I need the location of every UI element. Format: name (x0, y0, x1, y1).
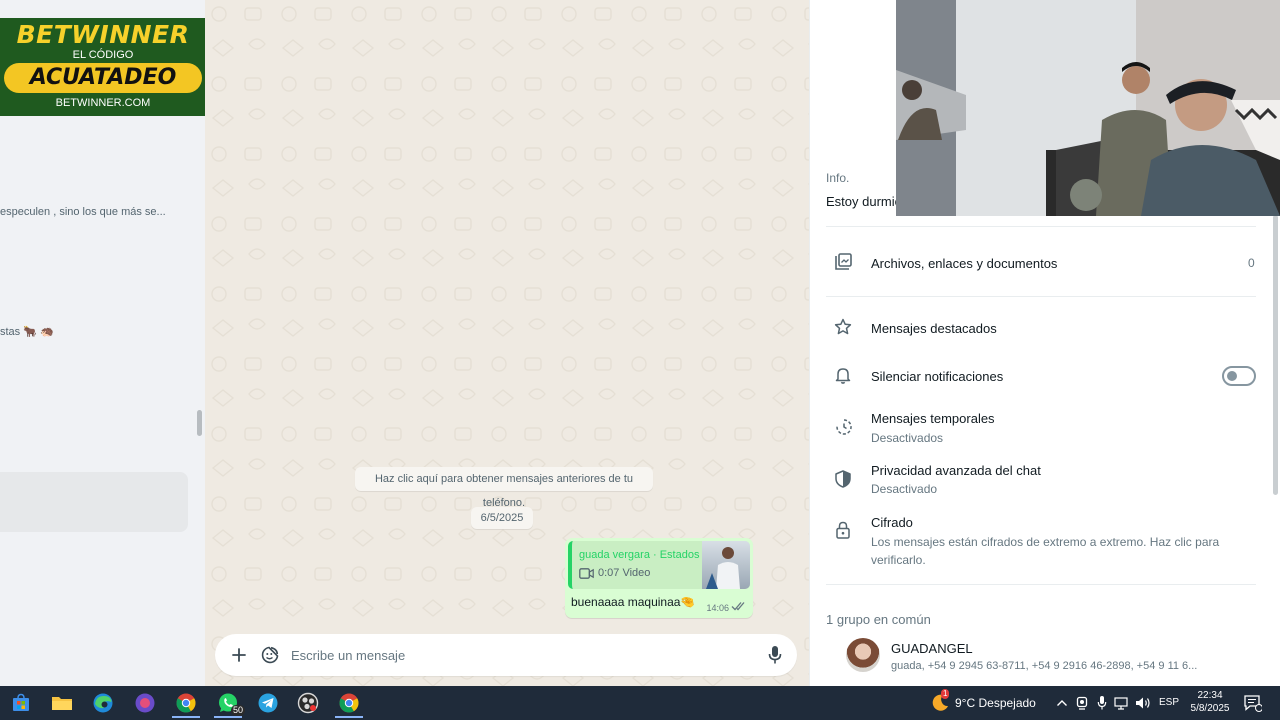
chat-preview-text[interactable]: especulen , sino los que más se... (0, 206, 166, 218)
toggle-knob (1227, 371, 1237, 381)
quote-author: guada vergara · Estados (579, 549, 700, 561)
date-separator: 6/5/2025 (471, 507, 533, 529)
info-label: Info. (826, 171, 850, 185)
chevron-up-icon[interactable] (1056, 698, 1068, 708)
clock-time: 22:34 (1197, 690, 1223, 701)
folder-icon (52, 697, 72, 710)
section-divider (826, 296, 1256, 297)
edge-browser-icon (93, 693, 113, 713)
shield-icon (835, 470, 851, 488)
disappearing-label: Mensajes temporales (871, 411, 995, 426)
promo-brand: BETWINNER (16, 20, 190, 49)
section-divider (826, 584, 1256, 585)
taskbar-app[interactable]: 50 (210, 688, 246, 718)
taskbar-clock[interactable]: 22:34 5/8/2025 (1190, 689, 1230, 715)
quote-meta: 0:07 Video (579, 567, 650, 579)
group-members: guada, +54 9 2945 63-8711, +54 9 2916 46… (891, 660, 1198, 672)
webcam-scene (896, 0, 1280, 216)
quote-video-duration: 0:07 Video (598, 567, 651, 579)
section-divider (826, 226, 1256, 227)
camera-tray-icon[interactable] (1076, 696, 1088, 710)
timer-icon (836, 419, 852, 435)
betwinner-promo-banner: BETWINNER EL CÓDIGO ACUATADEO BETWINNER.… (0, 18, 206, 116)
message-composer (215, 634, 797, 676)
privacy-status: Desactivado (871, 482, 938, 496)
double-check-icon (731, 602, 745, 611)
documents-icon (835, 253, 852, 270)
taskbar-app[interactable] (85, 688, 121, 718)
taskbar-app[interactable] (3, 688, 39, 718)
group-avatar (846, 638, 880, 672)
telegram-icon (258, 693, 278, 713)
load-older-messages-notice[interactable]: Haz clic aquí para obtener mensajes ante… (355, 467, 653, 509)
webcam-overlay (896, 0, 1280, 216)
message-input[interactable] (291, 634, 751, 676)
taskbar-app[interactable] (44, 688, 80, 718)
obs-recorder-icon (297, 692, 319, 714)
taskbar-app[interactable] (250, 688, 286, 718)
video-camera-icon (579, 567, 594, 579)
person-photo-icon (706, 547, 740, 589)
notifications-icon[interactable] (1244, 695, 1262, 712)
chat-list-scrollbar[interactable] (197, 410, 202, 436)
privacy-label: Privacidad avanzada del chat (871, 463, 1041, 478)
conversation-pane: Haz clic aquí para obtener mensajes ante… (205, 0, 809, 686)
starred-label: Mensajes destacados (871, 321, 997, 336)
mute-toggle[interactable] (1222, 366, 1256, 386)
promo-code: ACUATADEO (4, 63, 202, 93)
clock-date: 5/8/2025 (1190, 703, 1230, 714)
status-thumbnail (702, 541, 750, 589)
bell-icon (835, 368, 851, 384)
outgoing-message-bubble[interactable]: guada vergara · Estados 0:07 Video buena… (565, 538, 753, 618)
info-text: Estoy durmie (826, 194, 902, 209)
taskbar-app[interactable] (290, 688, 326, 718)
volume-icon[interactable] (1135, 696, 1151, 710)
microphone-icon[interactable] (767, 645, 783, 665)
promo-url: BETWINNER.COM (55, 97, 151, 109)
chrome-icon (176, 693, 196, 713)
weather-text: 9°C Despejado (955, 696, 1036, 710)
encryption-label: Cifrado (871, 515, 913, 530)
message-time: 14:06 (706, 603, 729, 613)
info-pane-scrollbar[interactable] (1273, 215, 1278, 495)
windows-store-icon (13, 693, 29, 711)
plus-icon[interactable] (229, 645, 249, 665)
disappearing-status: Desactivados (871, 431, 944, 445)
status-reply-quote[interactable]: guada vergara · Estados 0:07 Video (568, 541, 750, 589)
whatsapp-unread-badge: 50 (230, 705, 245, 716)
chat-preview-text[interactable]: stas 🐂 🦔 (0, 325, 54, 338)
taskbar-app[interactable] (168, 688, 204, 718)
groups-in-common-header: 1 grupo en común (826, 612, 931, 627)
group-name: GUADANGEL (891, 641, 973, 656)
windows-taskbar: 50 1 9°C Despejado ESP 22:34 5/8/2025 (0, 686, 1280, 720)
profile-app-icon (135, 693, 155, 713)
encryption-description: Los mensajes están cifrados de extremo a… (871, 535, 1220, 567)
files-count: 0 (1248, 256, 1255, 270)
chrome-icon (339, 693, 359, 713)
taskbar-app[interactable] (331, 688, 367, 718)
network-icon[interactable] (1114, 697, 1130, 710)
selected-chat-item[interactable] (0, 472, 188, 532)
sticker-icon[interactable] (260, 645, 280, 665)
lock-icon (836, 521, 850, 539)
microphone-tray-icon[interactable] (1097, 695, 1107, 711)
files-label: Archivos, enlaces y documentos (871, 256, 1058, 271)
taskbar-app[interactable] (127, 688, 163, 718)
star-icon (834, 318, 852, 335)
mute-label: Silenciar notificaciones (871, 369, 1004, 384)
message-text: buenaaaa maquinaa🤏 (571, 595, 696, 609)
input-language[interactable]: ESP (1159, 697, 1179, 708)
promo-subtitle: EL CÓDIGO (72, 49, 134, 61)
